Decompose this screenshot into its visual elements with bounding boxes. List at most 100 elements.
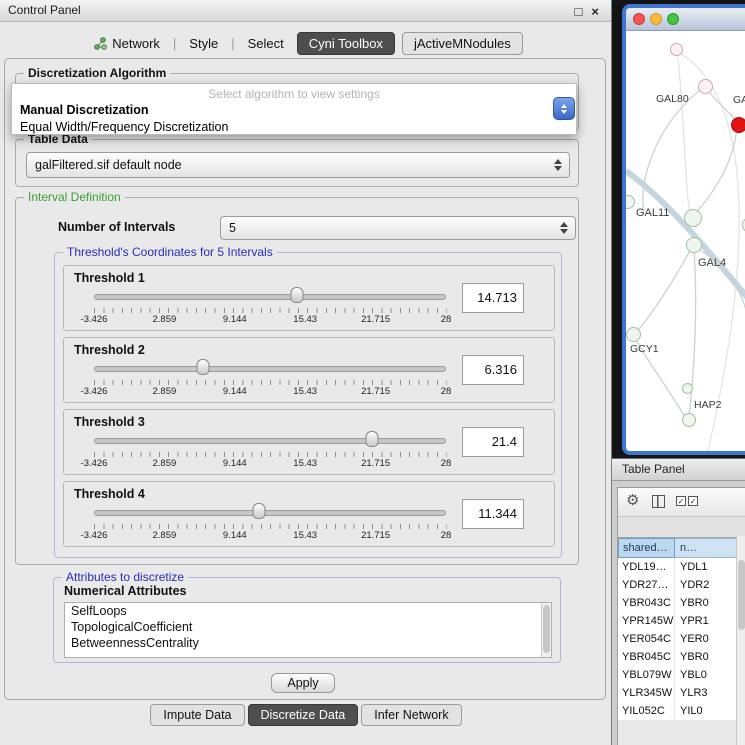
table-row[interactable]: YDR27…YDR2: [618, 576, 745, 594]
tab-impute-data[interactable]: Impute Data: [150, 704, 244, 726]
close-traffic-light[interactable]: [633, 13, 645, 25]
scale-label: -3.426: [81, 386, 108, 397]
slider-track[interactable]: [94, 366, 446, 372]
node-label: GAL4: [698, 257, 726, 269]
float-window-icon[interactable]: □: [575, 4, 583, 19]
tab-network[interactable]: Network: [88, 33, 166, 54]
network-node[interactable]: [684, 209, 702, 227]
scale-label: 21.715: [361, 530, 390, 541]
tab-style[interactable]: Style: [183, 33, 224, 54]
tab-infer-network[interactable]: Infer Network: [361, 704, 461, 726]
number-of-intervals-combo[interactable]: 5: [220, 216, 576, 240]
apply-button[interactable]: Apply: [271, 673, 335, 693]
attributes-group: Attributes to discretize Numerical Attri…: [53, 577, 561, 663]
slider-track[interactable]: [94, 510, 446, 516]
select-check-icon[interactable]: ✓: [676, 496, 686, 506]
gear-icon[interactable]: ⚙: [626, 491, 639, 509]
list-item[interactable]: SelfLoops: [65, 603, 551, 619]
threshold-1-value-field[interactable]: 14.713: [462, 283, 524, 313]
combo-stepper-icon[interactable]: [554, 159, 562, 171]
cell-shared-name: YBR043C: [618, 594, 675, 612]
list-item[interactable]: TopologicalCoefficient: [65, 619, 551, 635]
cell-name: YDR2: [675, 576, 745, 594]
application-root: Control Panel □ × Network | Style | Sele…: [0, 0, 745, 745]
column-header-shared-name[interactable]: shared…: [618, 538, 675, 558]
threshold-4-value-field[interactable]: 11.344: [462, 499, 524, 529]
thresholds-group-title: Threshold's Coordinates for 5 Intervals: [63, 245, 277, 259]
scale-label: 28: [441, 458, 452, 469]
network-node[interactable]: [686, 237, 702, 253]
numerical-attributes-list[interactable]: SelfLoops TopologicalCoefficient Between…: [64, 602, 552, 658]
tab-select-label: Select: [248, 36, 284, 51]
slider-handle[interactable]: [197, 359, 210, 375]
network-node[interactable]: [670, 43, 683, 56]
list-item[interactable]: BetweennessCentrality: [65, 635, 551, 651]
network-node[interactable]: [682, 413, 696, 427]
network-node[interactable]: [698, 79, 713, 94]
network-node[interactable]: [682, 383, 693, 394]
table-row[interactable]: YDL19…YDL1: [618, 558, 745, 576]
table-row[interactable]: YPR145WYPR1: [618, 612, 745, 630]
slider-track[interactable]: [94, 438, 446, 444]
threshold-3-slider[interactable]: [94, 430, 446, 448]
cell-name: YBR0: [675, 648, 745, 666]
scale-label: -3.426: [81, 314, 108, 325]
table-data-combo[interactable]: galFiltered.sif default node: [26, 152, 570, 178]
cell-name: YLR3: [675, 684, 745, 702]
table-row[interactable]: YLR345WYLR3: [618, 684, 745, 702]
slider-handle[interactable]: [291, 287, 304, 303]
slider-handle[interactable]: [253, 503, 266, 519]
network-node[interactable]: [626, 327, 641, 342]
list-scrollbar[interactable]: [541, 603, 551, 657]
tab-select[interactable]: Select: [242, 33, 290, 54]
slider-track[interactable]: [94, 294, 446, 300]
zoom-traffic-light[interactable]: [667, 13, 679, 25]
threshold-3-value-field[interactable]: 21.4: [462, 427, 524, 457]
threshold-2-value-field[interactable]: 6.316: [462, 355, 524, 385]
cell-shared-name: YDR27…: [618, 576, 675, 594]
thresholds-group: Threshold's Coordinates for 5 Intervals …: [54, 252, 562, 558]
threshold-4-row: Threshold 4 -3.426 2.859 9.144 15.43 21.…: [63, 481, 555, 547]
scrollbar-thumb[interactable]: [543, 605, 550, 653]
table-row[interactable]: YBL079WYBL0: [618, 666, 745, 684]
minimize-traffic-light[interactable]: [650, 13, 662, 25]
dropdown-option-manual-discretization[interactable]: Manual Discretization: [12, 102, 576, 119]
columns-icon[interactable]: [652, 495, 665, 508]
table-toolbar: ⚙ ✓ ✓: [618, 488, 745, 517]
slider-ticks: [94, 380, 447, 385]
top-tab-bar: Network | Style | Select Cyni Toolbox jA…: [0, 30, 611, 56]
tab-cyni-toolbox[interactable]: Cyni Toolbox: [297, 32, 395, 55]
scale-label: 9.144: [223, 314, 247, 325]
algorithm-combo-stepper[interactable]: [553, 97, 575, 120]
combo-stepper-icon[interactable]: [560, 222, 568, 234]
threshold-4-label: Threshold 4: [74, 487, 145, 501]
slider-handle[interactable]: [366, 431, 379, 447]
table-header-row: shared… n…: [618, 537, 745, 558]
table-panel-body: ⚙ ✓ ✓ shared… n… YDL19…YDL1 YDR27…YDR2 Y…: [612, 481, 745, 745]
threshold-2-row: Threshold 2 -3.426 2.859 9.144 15.43 21.…: [63, 337, 555, 403]
cell-name: YDL1: [675, 558, 745, 576]
bottom-tab-bar: Impute Data Discretize Data Infer Networ…: [0, 704, 612, 726]
table-row[interactable]: YBR045CYBR0: [618, 648, 745, 666]
network-canvas[interactable]: GAL80 GA GAL11 GAL4 GCY1 HAP2: [626, 31, 745, 452]
table-scrollbar[interactable]: [736, 536, 745, 745]
dropdown-option-equal-width[interactable]: Equal Width/Frequency Discretization: [12, 119, 576, 136]
cell-shared-name: YIL052C: [618, 702, 675, 720]
column-header-name[interactable]: n…: [675, 538, 745, 558]
selected-network-node[interactable]: [731, 117, 745, 133]
scrollbar-thumb[interactable]: [738, 560, 745, 630]
table-row[interactable]: YER054CYER0: [618, 630, 745, 648]
threshold-1-slider[interactable]: [94, 286, 446, 304]
tab-jactivemnodules[interactable]: jActiveMNodules: [402, 32, 523, 55]
threshold-4-slider[interactable]: [94, 502, 446, 520]
scale-label: 21.715: [361, 386, 390, 397]
table-row[interactable]: YIL052CYIL0: [618, 702, 745, 720]
interval-definition-title: Interval Definition: [24, 190, 125, 204]
close-icon[interactable]: ×: [591, 4, 599, 19]
slider-scale-labels: -3.426 2.859 9.144 15.43 21.715 28: [94, 530, 446, 542]
threshold-2-slider[interactable]: [94, 358, 446, 376]
table-row[interactable]: YBR043CYBR0: [618, 594, 745, 612]
tab-discretize-data[interactable]: Discretize Data: [248, 704, 359, 726]
select-all-check-icon[interactable]: ✓: [688, 496, 698, 506]
network-window-titlebar[interactable]: [626, 8, 745, 31]
